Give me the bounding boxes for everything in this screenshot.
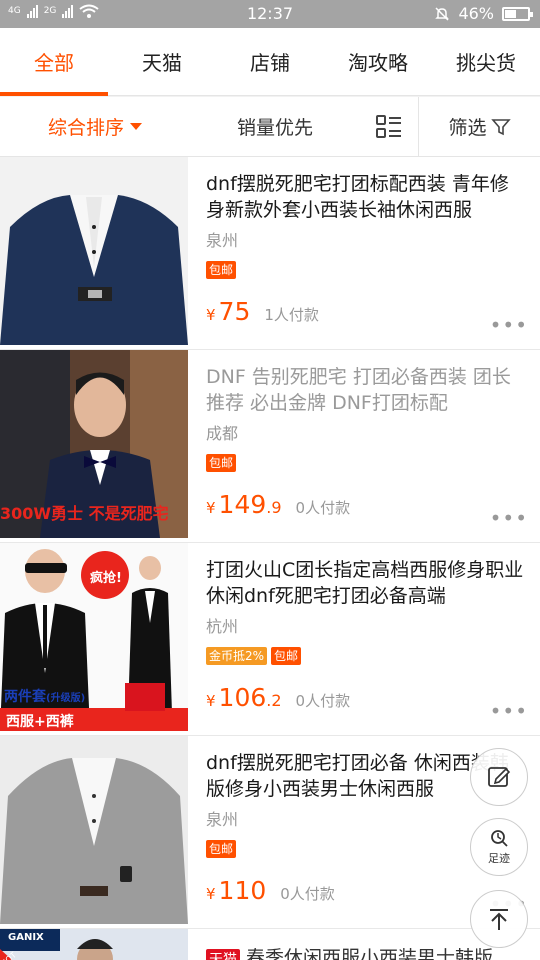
product-location: 成都 [206,424,239,443]
thumbnail-set-version: (升级版) [46,693,86,704]
sold-count: 0人付款 [280,885,335,903]
free-shipping-badge: 包邮 [206,840,237,858]
product-image[interactable] [0,157,188,345]
caret-down-icon [130,123,142,130]
footprint-label: 足迹 [488,851,510,865]
thumbnail-set-contents: 西服+西裤 [6,714,74,730]
thumbnail-caption: 300W勇士 不是死肥宅 [0,504,169,523]
sort-sales-label: 销量优先 [236,117,313,139]
thumbnail-set-label: 两件套(升级版) [4,686,85,706]
list-view-icon [376,114,401,138]
tab-tmall[interactable]: 天猫 [108,28,216,95]
product-image[interactable]: 300W勇士 不是死肥宅 [0,350,188,538]
tab-all[interactable]: 全部 [0,28,108,96]
currency-symbol: ¥ [206,306,216,324]
currency-symbol: ¥ [206,692,216,710]
coin-discount-badge: 金币抵2% [206,647,268,665]
product-item[interactable]: dnf摆脱死肥宅打团标配西装 青年修身新款外套小西装长袖休闲西服 泉州 包邮 ¥… [0,157,540,350]
product-info: 打团火山C团长指定高档西服修身职业休闲dnf死肥宅打团必备高端 杭州 金币抵2%… [206,557,526,665]
sort-sales-button[interactable]: 销量优先 [190,97,360,156]
sort-bar: 综合排序 销量优先 筛选 [0,97,540,157]
product-title[interactable]: DNF 告别死肥宅 打团必备西装 团长推荐 必出金牌 DNF打团标配 [206,364,526,416]
product-title-row: 天猫 春季休闲西服小西装男士韩版 [206,943,526,960]
product-location: 杭州 [206,617,239,636]
more-options-icon[interactable]: ••• [490,506,528,530]
arrow-up-icon [490,909,508,930]
product-item[interactable]: 300W勇士 不是死肥宅 DNF 告别死肥宅 打团必备西装 团长推荐 必出金牌 … [0,350,540,543]
product-title[interactable]: dnf摆脱死肥宅打团标配西装 青年修身新款外套小西装长袖休闲西服 [206,171,526,223]
price-decimal: .9 [266,498,282,517]
currency-symbol: ¥ [206,499,216,517]
sort-comprehensive-label: 综合排序 [47,117,124,139]
currency-symbol: ¥ [206,885,216,903]
sold-count: 1人付款 [264,306,319,324]
price: 110 [218,876,267,905]
free-shipping-badge: 包邮 [206,261,237,279]
product-info: DNF 告别死肥宅 打团必备西装 团长推荐 必出金牌 DNF打团标配 成都 包邮 [206,364,526,472]
filter-button[interactable]: 筛选 [418,97,540,156]
mute-bell-icon [435,6,450,21]
product-image[interactable]: 疯抢! 两件套(升级版) 西服+西裤 [0,543,188,731]
price-row: ¥ 106 .2 0人付款 [206,683,350,712]
sort-comprehensive-button[interactable]: 综合排序 [0,97,190,156]
more-options-icon[interactable]: ••• [490,699,528,723]
price: 75 [218,297,251,326]
edit-fab[interactable] [470,748,528,806]
product-image[interactable] [0,736,188,924]
status-right: 46% [434,4,533,23]
view-toggle-button[interactable] [360,97,418,156]
free-shipping-badge: 包邮 [271,647,302,665]
product-info: dnf摆脱死肥宅打团标配西装 青年修身新款外套小西装长袖休闲西服 泉州 包邮 [206,171,526,279]
category-tabs: 全部 天猫 店铺 淘攻略 挑尖货 [0,28,540,96]
battery-icon [502,6,533,21]
footprint-icon [491,829,508,847]
footprint-fab[interactable]: 足迹 [470,818,528,876]
sold-count: 0人付款 [295,499,351,517]
thumbnail-set-name: 两件套 [4,689,46,705]
battery-percent: 46% [458,4,494,23]
product-list: dnf摆脱死肥宅打团标配西装 青年修身新款外套小西装长袖休闲西服 泉州 包邮 ¥… [0,157,540,960]
price-row: ¥ 149 .9 0人付款 [206,490,350,519]
product-location: 泉州 [206,231,239,250]
edit-note-icon [488,767,511,787]
sold-count: 0人付款 [295,692,351,710]
product-title[interactable]: 春季休闲西服小西装男士韩版 [246,947,493,960]
price: 106 [218,683,267,712]
price-row: ¥ 75 1人付款 [206,297,319,326]
thumbnail-brand: GANIX [8,932,44,943]
tab-premium[interactable]: 挑尖货 [432,28,540,95]
product-item[interactable]: dnf摆脱死肥宅打团必备 休闲西装韩版修身小西装男士休闲西服 泉州 包邮 ¥ 1… [0,736,540,929]
price-decimal: .2 [266,691,282,710]
tab-shops[interactable]: 店铺 [216,28,324,95]
tab-guides[interactable]: 淘攻略 [324,28,432,95]
product-item[interactable]: GANIX HOT 天猫 春季休闲西服小西装男士韩版 [0,929,540,960]
status-bar: 4G 2G 12:37 46% [0,0,540,28]
price: 149 [218,490,267,519]
product-item[interactable]: 疯抢! 两件套(升级版) 西服+西裤 打团火山C团长指定高档西服修身职业休闲dn… [0,543,540,736]
thumbnail-promo-badge: 疯抢! [90,571,122,586]
product-title[interactable]: 打团火山C团长指定高档西服修身职业休闲dnf死肥宅打团必备高端 [206,557,526,609]
back-to-top-fab[interactable] [470,890,528,948]
tmall-badge: 天猫 [206,949,240,960]
product-image[interactable]: GANIX HOT [0,929,188,960]
free-shipping-badge: 包邮 [206,454,237,472]
filter-label: 筛选 [448,117,487,139]
more-options-icon[interactable]: ••• [490,313,528,337]
funnel-icon [490,118,511,135]
price-row: ¥ 110 0人付款 [206,876,335,905]
